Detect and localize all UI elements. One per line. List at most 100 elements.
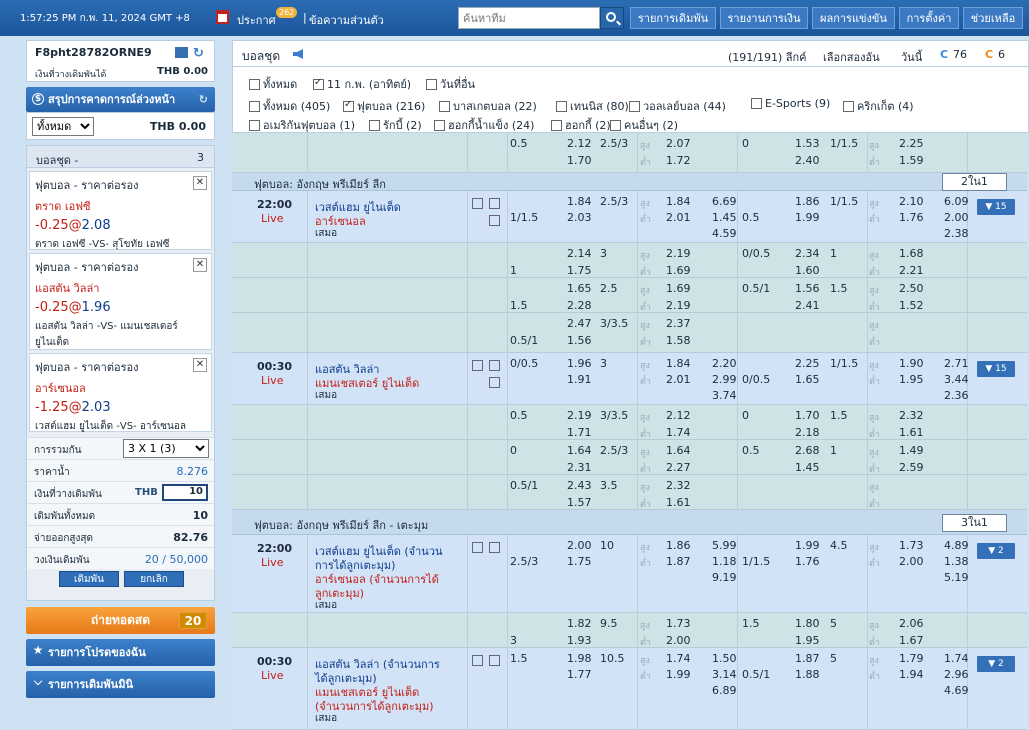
home-odds[interactable]: 2.14 [567, 247, 592, 260]
away-odds[interactable]: 2.31 [567, 461, 592, 474]
over-odds[interactable]: 2.07 [666, 137, 691, 150]
under-odds[interactable]: 2.19 [666, 299, 691, 312]
checkbox[interactable] [313, 77, 324, 90]
sport-filter-ice-hockey[interactable]: ฮอกกี้น้ำแข็ง (24) [434, 116, 534, 134]
home-odds[interactable]: 2.00 [567, 539, 592, 552]
fh-away-odds[interactable]: 1.76 [795, 555, 820, 568]
fh-1x2-home[interactable]: 6.09 [944, 195, 969, 208]
away-odds[interactable]: 2.28 [567, 299, 592, 312]
chart-icon[interactable] [489, 377, 500, 388]
stats-icon[interactable] [472, 360, 483, 371]
fh-under-odds[interactable]: 1.61 [899, 426, 924, 439]
fh-over-odds[interactable]: 1.79 [899, 652, 924, 665]
home-odds[interactable]: 1.82 [567, 617, 592, 630]
live-stream-bar[interactable]: ถ่ายทอดสด 20 [26, 607, 215, 634]
sport-filter-all[interactable]: ทั้งหมด (405) [249, 97, 330, 115]
home-odds[interactable]: 2.19 [567, 409, 592, 422]
checkbox[interactable] [426, 79, 437, 90]
search-button[interactable] [600, 7, 624, 29]
combo-select[interactable]: 3 X 1 (3) [123, 439, 209, 458]
1x2-draw[interactable]: 4.59 [712, 227, 737, 240]
tv-icon[interactable] [489, 542, 500, 553]
1x2-home[interactable]: 1.50 [712, 652, 737, 665]
more-bets-button[interactable]: ▼ 15 [977, 361, 1015, 377]
home-odds[interactable]: 1.65 [567, 282, 592, 295]
checkbox[interactable] [556, 101, 567, 112]
fh-over-odds[interactable]: 1.49 [899, 444, 924, 457]
away-odds[interactable]: 1.75 [567, 555, 592, 568]
nav-financial-report[interactable]: รายงานการเงิน [720, 7, 808, 29]
fh-1x2-away[interactable]: 2.96 [944, 668, 969, 681]
under-odds[interactable]: 2.00 [666, 634, 691, 647]
over-odds[interactable]: 2.37 [666, 317, 691, 330]
fh-away-odds[interactable]: 1.65 [795, 373, 820, 386]
checkbox[interactable] [249, 79, 260, 90]
nav-settings[interactable]: การตั้งค่า [899, 7, 959, 29]
fh-home-odds[interactable]: 2.68 [795, 444, 820, 457]
over-odds[interactable]: 1.84 [666, 195, 691, 208]
under-odds[interactable]: 1.72 [666, 154, 691, 167]
under-odds[interactable]: 2.01 [666, 211, 691, 224]
fh-away-odds[interactable]: 1.99 [795, 211, 820, 224]
fh-1x2-home[interactable]: 1.74 [944, 652, 969, 665]
under-odds[interactable]: 1.74 [666, 426, 691, 439]
home-odds[interactable]: 1.98 [567, 652, 592, 665]
day-filter-all[interactable]: ทั้งหมด [249, 75, 297, 93]
checkbox[interactable] [439, 101, 450, 112]
checkbox[interactable] [843, 101, 854, 112]
fh-home-odds[interactable]: 1.53 [795, 137, 820, 150]
stake-input[interactable]: 10 [162, 484, 208, 501]
close-icon[interactable]: ✕ [193, 258, 207, 272]
tv-icon[interactable] [489, 198, 500, 209]
mini-bets-header[interactable]: ⌵ รายการเดิมพันมินิ [26, 671, 215, 698]
tv-icon[interactable] [489, 360, 500, 371]
under-odds[interactable]: 1.99 [666, 668, 691, 681]
fh-1x2-away[interactable]: 2.00 [944, 211, 969, 224]
sport-filter-hockey[interactable]: ฮอกกี้ (2) [551, 116, 611, 134]
fh-away-odds[interactable]: 2.40 [795, 154, 820, 167]
sport-filter-basketball[interactable]: บาสเกตบอล (22) [439, 97, 537, 115]
fh-under-odds[interactable]: 1.67 [899, 634, 924, 647]
fh-over-odds[interactable]: 2.10 [899, 195, 924, 208]
fh-under-odds[interactable]: 2.00 [899, 555, 924, 568]
announcement-link[interactable]: ประกาศ [237, 11, 276, 29]
fh-over-odds[interactable]: 2.06 [899, 617, 924, 630]
1x2-draw[interactable]: 6.89 [712, 684, 737, 697]
fh-under-odds[interactable]: 2.59 [899, 461, 924, 474]
over-odds[interactable]: 1.64 [666, 444, 691, 457]
fh-over-odds[interactable]: 1.90 [899, 357, 924, 370]
fh-under-odds[interactable]: 1.59 [899, 154, 924, 167]
1x2-home[interactable]: 2.20 [712, 357, 737, 370]
fh-1x2-away[interactable]: 3.44 [944, 373, 969, 386]
refresh-icon[interactable]: ↻ [199, 87, 208, 112]
fh-over-odds[interactable]: 2.32 [899, 409, 924, 422]
fh-home-odds[interactable]: 2.25 [795, 357, 820, 370]
away-odds[interactable]: 1.75 [567, 264, 592, 277]
under-odds[interactable]: 2.27 [666, 461, 691, 474]
tv-icon[interactable] [489, 655, 500, 666]
other-count[interactable]: 6 [998, 48, 1005, 61]
summary-select[interactable]: ทั้งหมด [32, 117, 94, 136]
fh-over-odds[interactable]: 1.73 [899, 539, 924, 552]
more-bets-button[interactable]: ▼ 2 [977, 543, 1015, 559]
fh-1x2-home[interactable]: 2.71 [944, 357, 969, 370]
fh-under-odds[interactable]: 1.52 [899, 299, 924, 312]
sport-filter-rugby[interactable]: รักบี้ (2) [369, 116, 422, 134]
away-odds[interactable]: 1.77 [567, 668, 592, 681]
more-bets-button[interactable]: ▼ 15 [977, 199, 1015, 215]
fh-home-odds[interactable]: 1.99 [795, 539, 820, 552]
over-odds[interactable]: 1.86 [666, 539, 691, 552]
over-odds[interactable]: 1.73 [666, 617, 691, 630]
checkbox[interactable] [249, 101, 260, 112]
1x2-away[interactable]: 1.18 [712, 555, 737, 568]
fh-over-odds[interactable]: 1.68 [899, 247, 924, 260]
page-indicator[interactable]: 2ใน1 [942, 173, 1007, 191]
sport-filter-cricket[interactable]: คริกเก็ต (4) [843, 97, 914, 115]
stats-icon[interactable] [472, 542, 483, 553]
fh-1x2-away[interactable]: 1.38 [944, 555, 969, 568]
day-filter-other[interactable]: วันที่อื่น [426, 75, 475, 93]
cancel-button[interactable]: ยกเลิก [124, 571, 184, 587]
speaker-icon[interactable] [293, 49, 303, 59]
private-messages-link[interactable]: ข้อความส่วนตัว [309, 11, 384, 29]
sport-filter-american-football[interactable]: อเมริกันฟุตบอล (1) [249, 116, 355, 134]
